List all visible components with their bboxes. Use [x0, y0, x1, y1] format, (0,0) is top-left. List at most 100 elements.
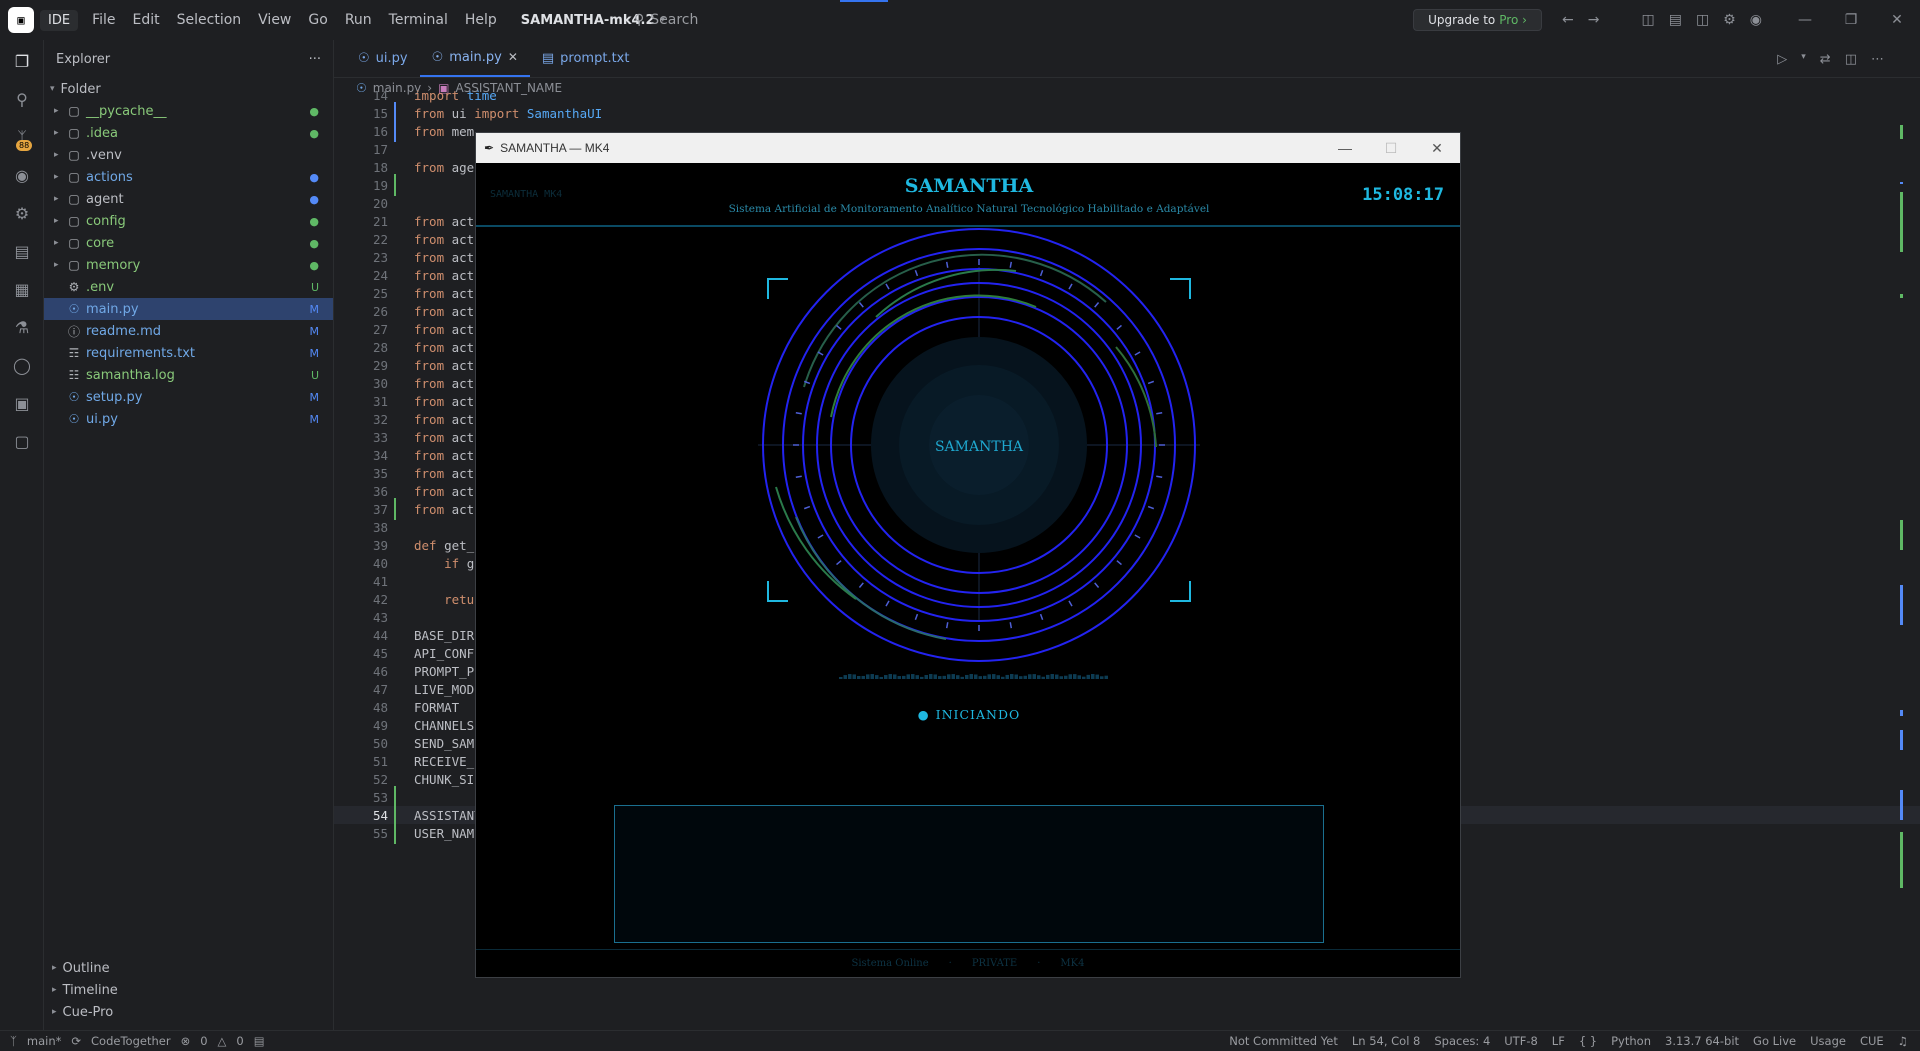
- wave-bar: [915, 675, 919, 679]
- commit-status[interactable]: Not Committed Yet: [1229, 1034, 1338, 1048]
- explorer-item[interactable]: ⚙ .env U: [44, 276, 333, 298]
- tab-prompt-txt[interactable]: ▤ prompt.txt: [530, 39, 642, 77]
- minimize-icon[interactable]: —: [1322, 133, 1368, 163]
- encoding[interactable]: UTF-8: [1504, 1034, 1538, 1048]
- maximize-icon[interactable]: ☐: [1368, 133, 1414, 163]
- cue[interactable]: CUE: [1860, 1034, 1884, 1048]
- split-editor-icon[interactable]: ◫: [1845, 52, 1857, 67]
- explorer-icon[interactable]: ❐: [0, 42, 44, 80]
- menu-run[interactable]: Run: [345, 12, 372, 28]
- back-arrow-icon[interactable]: ←: [1562, 12, 1574, 28]
- explorer-item[interactable]: ⓘ readme.md M: [44, 320, 333, 342]
- testing-icon[interactable]: ⚗: [0, 308, 44, 346]
- minimize-icon[interactable]: —: [1782, 12, 1828, 28]
- code-icon[interactable]: ◯: [0, 346, 44, 384]
- menu-selection[interactable]: Selection: [177, 12, 242, 28]
- go-live[interactable]: Go Live: [1753, 1034, 1796, 1048]
- wave-bar: [920, 676, 924, 679]
- code-line[interactable]: 15 from ui import SamanthaUI: [334, 102, 1920, 124]
- explorer-item-label: core: [86, 235, 115, 251]
- wave-bar: [992, 674, 996, 679]
- explorer-item[interactable]: ☶ requirements.txt M: [44, 342, 333, 364]
- menu-view[interactable]: View: [258, 12, 291, 28]
- sync-icon[interactable]: ⟳: [71, 1034, 81, 1048]
- search-box[interactable]: ⚲ Search: [626, 0, 1080, 40]
- footer-sep: ·: [1037, 958, 1041, 969]
- chevron-down-icon[interactable]: ▾: [1801, 52, 1806, 67]
- gear-icon[interactable]: ⚙: [1723, 12, 1736, 28]
- terminal-icon[interactable]: ▤: [254, 1034, 265, 1048]
- toggle-panel-icon[interactable]: ▤: [1669, 12, 1682, 28]
- timeline-section[interactable]: ▸ Timeline: [44, 979, 334, 1001]
- restore-icon[interactable]: ❐: [1828, 12, 1874, 28]
- menu-terminal[interactable]: Terminal: [389, 12, 448, 28]
- usage[interactable]: Usage: [1810, 1034, 1846, 1048]
- line-number: 52: [372, 771, 388, 787]
- explorer-item[interactable]: ▸ ▢ actions ●: [44, 166, 333, 188]
- line-number: 46: [372, 663, 388, 679]
- explorer-item[interactable]: ▸ ▢ .venv: [44, 144, 333, 166]
- menu-go[interactable]: Go: [308, 12, 327, 28]
- explorer-item[interactable]: ▸ ▢ .idea ●: [44, 122, 333, 144]
- interpreter[interactable]: 3.13.7 64-bit: [1665, 1034, 1739, 1048]
- line-ending[interactable]: LF: [1552, 1034, 1565, 1048]
- explorer-item[interactable]: ▸ ▢ __pycache__ ●: [44, 100, 333, 122]
- language-mode[interactable]: Python: [1611, 1034, 1651, 1048]
- error-count[interactable]: 0: [200, 1034, 207, 1048]
- line-content: FORMAT: [414, 699, 460, 715]
- explorer-item[interactable]: ☷ samantha.log U: [44, 364, 333, 386]
- forward-arrow-icon[interactable]: →: [1588, 12, 1600, 28]
- explorer-item[interactable]: ☉ main.py M: [44, 298, 333, 320]
- close-icon[interactable]: ✕: [1414, 133, 1460, 163]
- more-icon[interactable]: ⋯: [1871, 52, 1884, 67]
- branch-name[interactable]: main*: [27, 1034, 61, 1048]
- upgrade-button[interactable]: Upgrade to Pro ›: [1413, 9, 1542, 31]
- code-line[interactable]: 14 import time: [334, 86, 1920, 104]
- close-icon[interactable]: ✕: [1874, 12, 1920, 28]
- toggle-secondary-sidebar-icon[interactable]: ◫: [1696, 12, 1709, 28]
- eye-icon[interactable]: ◉: [0, 156, 44, 194]
- remote-icon[interactable]: ▤: [0, 232, 44, 270]
- bell-icon[interactable]: ♫: [1898, 1034, 1908, 1048]
- outline-section[interactable]: ▸ Outline: [44, 957, 334, 979]
- explorer-item[interactable]: ▸ ▢ memory ●: [44, 254, 333, 276]
- ide-label[interactable]: IDE: [40, 9, 79, 31]
- database-icon[interactable]: ▣: [0, 384, 44, 422]
- menu-file[interactable]: File: [92, 12, 115, 28]
- cuepro-section[interactable]: ▸ Cue-Pro: [44, 1001, 334, 1023]
- cursor-position[interactable]: Ln 54, Col 8: [1352, 1034, 1421, 1048]
- toggle-sidebar-icon[interactable]: ◫: [1641, 12, 1654, 28]
- text-file-icon: ▤: [541, 50, 555, 66]
- chevron-right-icon: ▸: [54, 260, 59, 270]
- menu-help[interactable]: Help: [465, 12, 497, 28]
- wave-bar: [996, 675, 1000, 679]
- search-icon[interactable]: ⚲: [0, 80, 44, 118]
- more-icon[interactable]: ···: [309, 52, 321, 67]
- tab-ui-py[interactable]: ☉ ui.py: [346, 39, 420, 77]
- samantha-log-box[interactable]: [614, 805, 1324, 943]
- title-bar: ▣ IDE File Edit Selection View Go Run Te…: [0, 0, 1920, 40]
- language-braces[interactable]: { }: [1579, 1034, 1597, 1048]
- explorer-item[interactable]: ▸ ▢ core ●: [44, 232, 333, 254]
- compare-icon[interactable]: ⇄: [1820, 52, 1831, 67]
- run-icon[interactable]: ▷: [1777, 52, 1787, 67]
- collab-label[interactable]: CodeTogether: [91, 1034, 171, 1048]
- debug-icon[interactable]: ⚙: [0, 194, 44, 232]
- source-control-icon[interactable]: ᛉ 88: [0, 118, 44, 156]
- folder-root[interactable]: ▾ Folder: [44, 78, 333, 100]
- menu-edit[interactable]: Edit: [133, 12, 160, 28]
- explorer-item[interactable]: ☉ ui.py M: [44, 408, 333, 430]
- line-number: 45: [372, 645, 388, 661]
- warning-count[interactable]: 0: [236, 1034, 243, 1048]
- app-logo[interactable]: ▣: [8, 7, 34, 33]
- tab-main-py[interactable]: ☉ main.py ✕: [419, 39, 530, 77]
- explorer-item[interactable]: ▸ ▢ config ●: [44, 210, 333, 232]
- live-share-icon[interactable]: ▢: [0, 422, 44, 460]
- account-icon[interactable]: ◉: [1750, 12, 1762, 28]
- extensions-icon[interactable]: ▦: [0, 270, 44, 308]
- indentation[interactable]: Spaces: 4: [1434, 1034, 1490, 1048]
- explorer-item[interactable]: ▸ ▢ agent ●: [44, 188, 333, 210]
- line-number: 35: [372, 465, 388, 481]
- explorer-item[interactable]: ☉ setup.py M: [44, 386, 333, 408]
- close-tab-icon[interactable]: ✕: [508, 50, 518, 64]
